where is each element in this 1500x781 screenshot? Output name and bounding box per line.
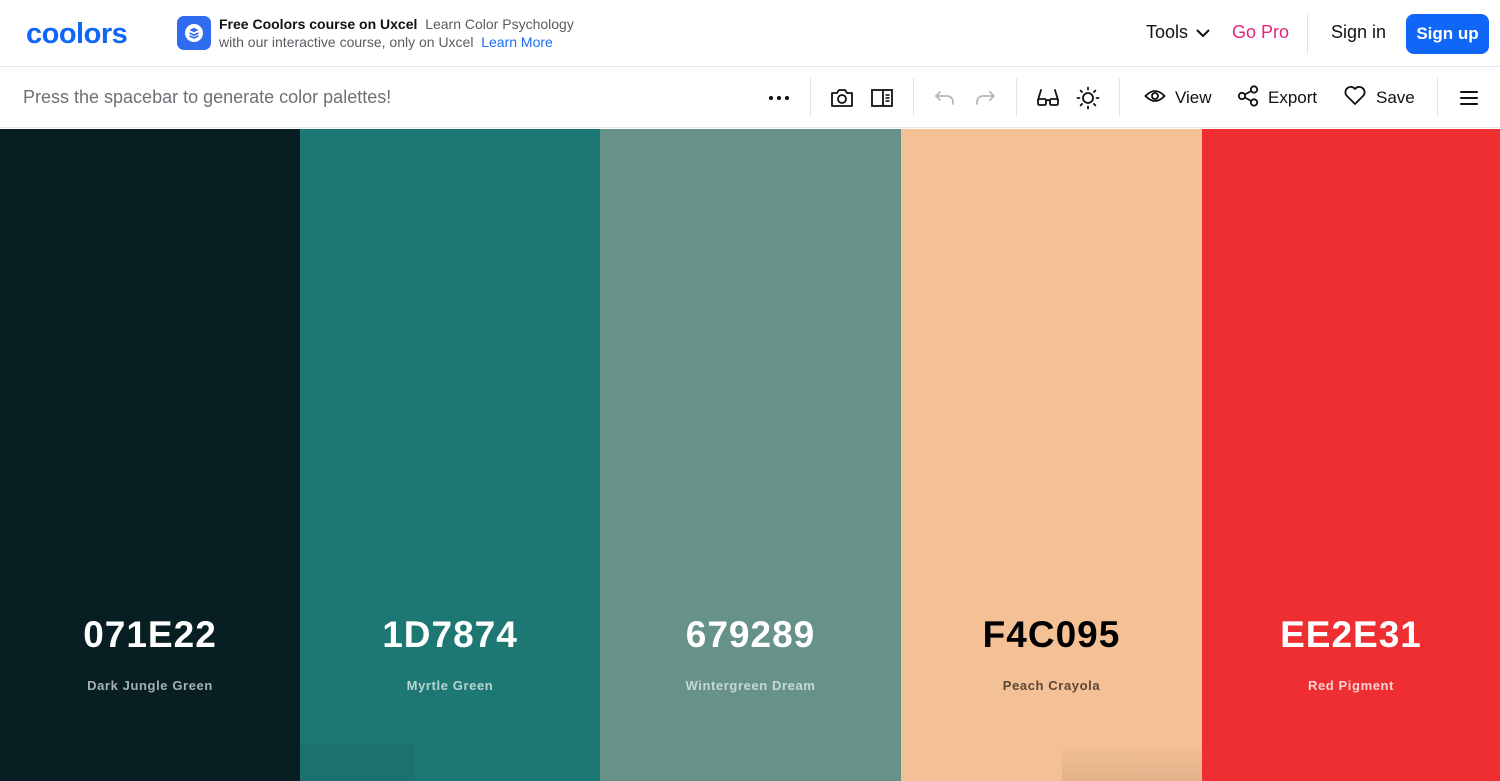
toolbar-divider [913,78,914,116]
top-header: coolors Free Coolors course on Uxcel Lea… [0,0,1500,67]
eye-icon [1144,88,1166,109]
toolbar-divider [1119,78,1120,116]
redo-icon[interactable] [972,85,998,111]
color-name[interactable]: Red Pigment [1202,678,1500,693]
save-button[interactable]: Save [1343,85,1415,111]
learn-more-link[interactable]: Learn More [481,34,553,50]
chevron-down-icon [1196,22,1210,43]
shade-strip [300,743,415,781]
header-divider [1307,14,1308,54]
color-hex[interactable]: 1D7874 [300,614,600,656]
color-hex[interactable]: EE2E31 [1202,614,1500,656]
color-hex[interactable]: 071E22 [0,614,300,656]
color-name[interactable]: Dark Jungle Green [0,678,300,693]
color-name[interactable]: Myrtle Green [300,678,600,693]
go-pro-link[interactable]: Go Pro [1232,22,1289,43]
export-label: Export [1268,88,1318,107]
save-label: Save [1376,88,1415,107]
toolbar-divider [1437,78,1438,116]
view-label: View [1175,88,1212,107]
hamburger-menu-icon[interactable] [1456,85,1482,111]
color-swatch[interactable]: EE2E31 Red Pigment [1202,129,1500,781]
color-hex[interactable]: 679289 [600,614,901,656]
color-swatch[interactable]: 071E22 Dark Jungle Green [0,129,300,781]
tools-label: Tools [1146,22,1189,42]
heart-icon [1343,85,1367,111]
color-swatch[interactable]: F4C095 Peach Crayola [901,129,1202,781]
toolbar-divider [810,78,811,116]
promo-title: Free Coolors course on Uxcel [219,16,418,32]
side-panel-icon[interactable] [869,85,895,111]
uxcel-icon[interactable] [177,16,211,50]
promo-banner: Free Coolors course on Uxcel Learn Color… [219,15,599,51]
svg-text:coolors: coolors [26,18,127,48]
share-icon [1237,84,1259,112]
color-name[interactable]: Wintergreen Dream [600,678,901,693]
color-palette: 071E22 Dark Jungle Green 1D7874 Myrtle G… [0,129,1500,781]
view-button[interactable]: View [1144,85,1212,111]
sun-icon[interactable] [1075,85,1101,111]
export-button[interactable]: Export [1237,84,1318,112]
more-options-icon[interactable] [766,85,792,111]
color-swatch[interactable]: 679289 Wintergreen Dream [600,129,901,781]
glasses-icon[interactable] [1035,85,1061,111]
color-name[interactable]: Peach Crayola [901,678,1202,693]
sign-up-button[interactable]: Sign up [1406,14,1489,54]
sign-in-link[interactable]: Sign in [1331,22,1386,43]
spacebar-hint: Press the spacebar to generate color pal… [23,87,392,107]
color-hex[interactable]: F4C095 [901,614,1202,656]
coolors-logo[interactable]: coolors [26,18,150,48]
generator-toolbar: Press the spacebar to generate color pal… [0,68,1500,128]
shade-strip [1062,743,1202,781]
color-swatch[interactable]: 1D7874 Myrtle Green [300,129,600,781]
toolbar-divider [1016,78,1017,116]
undo-icon[interactable] [932,85,958,111]
camera-icon[interactable] [829,85,855,111]
tools-menu[interactable]: Tools [1146,22,1210,43]
